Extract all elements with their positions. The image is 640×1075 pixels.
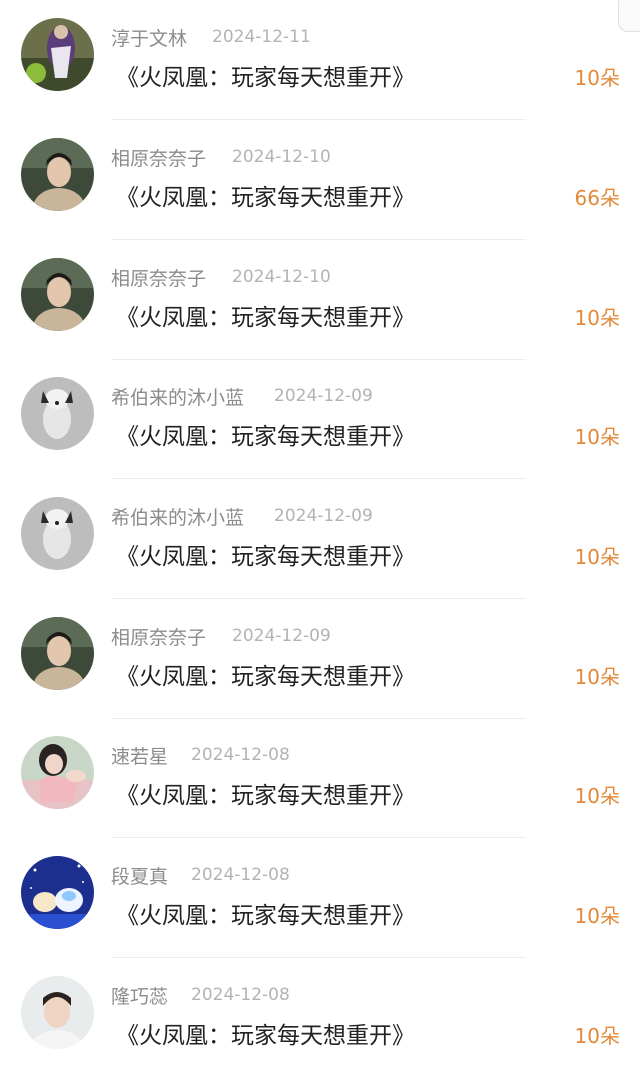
gift-date: 2024-12-10: [232, 147, 331, 167]
gift-date: 2024-12-11: [212, 27, 311, 47]
book-title[interactable]: 《火凤凰：玩家每天想重开》: [116, 298, 415, 332]
list-item[interactable]: 相原奈奈子 2024-12-09 《火凤凰：玩家每天想重开》 10朵: [0, 599, 640, 719]
list-item[interactable]: 希伯来的沐小蓝 2024-12-09 《火凤凰：玩家每天想重开》 10朵: [0, 479, 640, 599]
list-item[interactable]: 相原奈奈子 2024-12-10 《火凤凰：玩家每天想重开》 66朵: [0, 120, 640, 240]
dog-avatar[interactable]: [21, 377, 94, 450]
list-item[interactable]: 淳于文林 2024-12-11 《火凤凰：玩家每天想重开》 10朵: [0, 0, 640, 120]
gift-date: 2024-12-09: [274, 386, 373, 406]
gift-amount: 10朵: [574, 66, 620, 90]
gift-amount: 10朵: [574, 306, 620, 330]
book-title[interactable]: 《火凤凰：玩家每天想重开》: [116, 58, 415, 92]
gift-date: 2024-12-08: [191, 985, 290, 1005]
gift-amount: 66朵: [574, 186, 620, 210]
gift-amount: 10朵: [574, 665, 620, 689]
sender-name: 淳于文林: [111, 28, 188, 50]
gift-date: 2024-12-08: [191, 865, 290, 885]
sender-name: 相原奈奈子: [111, 148, 207, 170]
sender-name: 希伯来的沐小蓝: [111, 387, 245, 409]
book-title[interactable]: 《火凤凰：玩家每天想重开》: [116, 1016, 415, 1050]
list-item[interactable]: 相原奈奈子 2024-12-10 《火凤凰：玩家每天想重开》 10朵: [0, 240, 640, 360]
list-item[interactable]: 希伯来的沐小蓝 2024-12-09 《火凤凰：玩家每天想重开》 10朵: [0, 359, 640, 479]
gift-amount: 10朵: [574, 784, 620, 808]
man-portrait-avatar[interactable]: [21, 138, 94, 211]
book-title[interactable]: 《火凤凰：玩家每天想重开》: [116, 776, 415, 810]
gift-amount: 10朵: [574, 904, 620, 928]
cartoon-night-avatar[interactable]: [21, 856, 94, 929]
gift-amount: 10朵: [574, 425, 620, 449]
young-man-avatar[interactable]: [21, 976, 94, 1049]
list-item[interactable]: 段夏真 2024-12-08 《火凤凰：玩家每天想重开》 10朵: [0, 838, 640, 958]
list-item[interactable]: 隆巧蕊 2024-12-08 《火凤凰：玩家每天想重开》 10朵: [0, 958, 640, 1075]
gift-amount: 10朵: [574, 1024, 620, 1048]
gift-date: 2024-12-10: [232, 267, 331, 287]
girl-avatar[interactable]: [21, 736, 94, 809]
scroll-handle[interactable]: [618, 0, 640, 32]
man-portrait-avatar[interactable]: [21, 617, 94, 690]
person-outdoor-avatar[interactable]: [21, 18, 94, 91]
sender-name: 速若星: [111, 746, 169, 768]
sender-name: 希伯来的沐小蓝: [111, 507, 245, 529]
book-title[interactable]: 《火凤凰：玩家每天想重开》: [116, 537, 415, 571]
sender-name: 相原奈奈子: [111, 268, 207, 290]
gift-date: 2024-12-09: [274, 506, 373, 526]
sender-name: 段夏真: [111, 866, 169, 888]
man-portrait-avatar[interactable]: [21, 258, 94, 331]
book-title[interactable]: 《火凤凰：玩家每天想重开》: [116, 417, 415, 451]
book-title[interactable]: 《火凤凰：玩家每天想重开》: [116, 657, 415, 691]
dog-avatar[interactable]: [21, 497, 94, 570]
list-item[interactable]: 速若星 2024-12-08 《火凤凰：玩家每天想重开》 10朵: [0, 718, 640, 838]
book-title[interactable]: 《火凤凰：玩家每天想重开》: [116, 178, 415, 212]
gift-date: 2024-12-09: [232, 626, 331, 646]
gift-date: 2024-12-08: [191, 745, 290, 765]
sender-name: 相原奈奈子: [111, 627, 207, 649]
gift-record-list: 淳于文林 2024-12-11 《火凤凰：玩家每天想重开》 10朵 相原奈奈子 …: [0, 0, 640, 1075]
book-title[interactable]: 《火凤凰：玩家每天想重开》: [116, 896, 415, 930]
sender-name: 隆巧蕊: [111, 986, 169, 1008]
gift-amount: 10朵: [574, 545, 620, 569]
